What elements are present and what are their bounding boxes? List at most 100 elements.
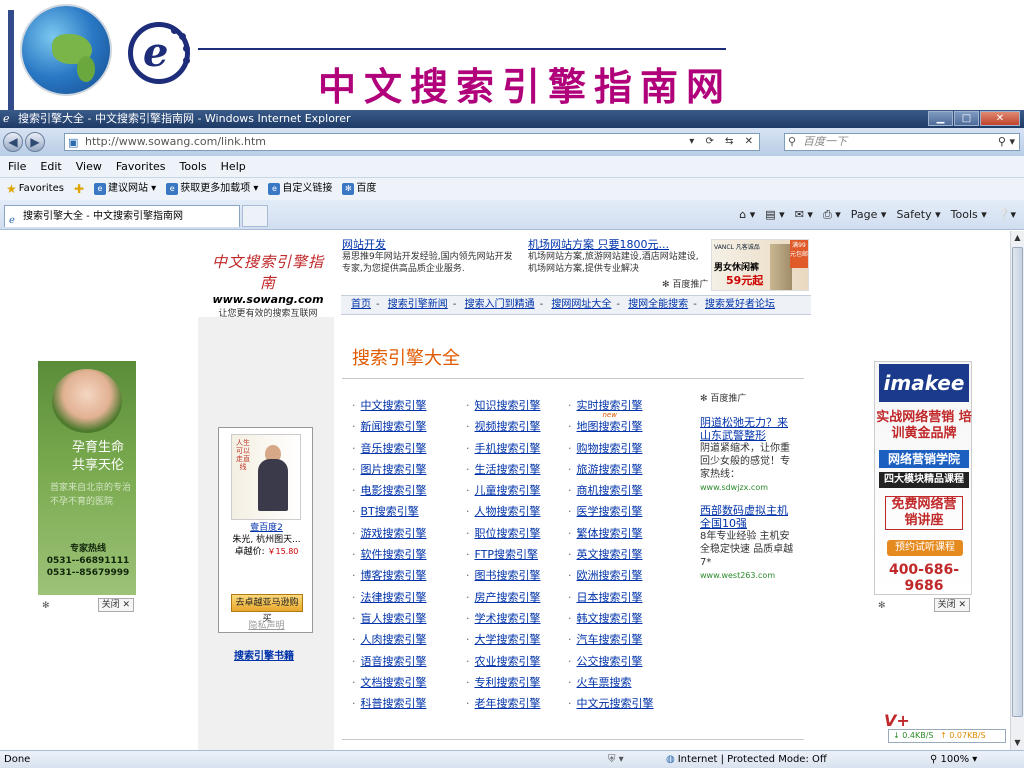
- mail-icon[interactable]: ✉ ▾: [795, 206, 813, 224]
- search-engine-link[interactable]: 博客搜索引擎: [361, 569, 427, 582]
- zoom-level[interactable]: ⚲ 100% ▾: [930, 751, 977, 768]
- search-engine-link[interactable]: 火车票搜索: [577, 676, 632, 689]
- search-engine-link[interactable]: 语音搜索引擎: [361, 655, 427, 668]
- tools-menu[interactable]: Tools ▾: [951, 206, 987, 224]
- menu-help[interactable]: Help: [221, 156, 246, 177]
- site-logo[interactable]: 中文搜索引擎指南 www.sowang.com 让您更有效的搜索互联网: [206, 251, 330, 319]
- search-engine-link[interactable]: 人物搜索引擎: [475, 505, 541, 518]
- scroll-down-icon[interactable]: ▼: [1011, 736, 1024, 750]
- book-cover[interactable]: 人生可以走直线: [231, 434, 301, 520]
- search-engine-link[interactable]: 旅游搜索引擎: [577, 463, 643, 476]
- close-ad-button[interactable]: 关闭 ✕: [933, 598, 970, 612]
- nav-forum[interactable]: 搜索爱好者论坛: [705, 299, 775, 310]
- nav-all-search[interactable]: 搜网全能搜索: [628, 299, 688, 310]
- close-button[interactable]: ✕: [980, 111, 1020, 126]
- menu-file[interactable]: File: [8, 156, 26, 177]
- search-input[interactable]: ⚲ 百度一下 ⚲ ▾: [784, 133, 1020, 151]
- vertical-scrollbar[interactable]: ▲ ▼: [1010, 231, 1024, 750]
- search-engine-link[interactable]: 购物搜索引擎: [577, 442, 643, 455]
- scroll-up-icon[interactable]: ▲: [1011, 231, 1024, 245]
- page-menu[interactable]: Page ▾: [851, 206, 887, 224]
- search-engine-link[interactable]: 汽车搜索引擎: [577, 633, 643, 646]
- fav-item-baidu[interactable]: ✻ 百度: [342, 178, 376, 200]
- feeds-icon[interactable]: ▤ ▾: [765, 206, 784, 224]
- search-engine-link[interactable]: 视频搜索引擎: [475, 420, 541, 433]
- privacy-link[interactable]: 隐私声明: [219, 618, 314, 631]
- search-engine-link[interactable]: 学术搜索引擎: [475, 612, 541, 625]
- tab-active[interactable]: ℯ 搜索引擎大全 - 中文搜索引擎指南网: [4, 205, 240, 227]
- search-engine-link[interactable]: 人肉搜索引擎: [361, 633, 427, 646]
- search-engine-link[interactable]: 医学搜索引擎: [577, 505, 643, 518]
- nav-home[interactable]: 首页: [351, 299, 371, 310]
- search-engine-link[interactable]: FTP搜索引擎: [475, 548, 539, 561]
- privacy-icon[interactable]: ⛨ ▾: [608, 751, 624, 768]
- add-favorite-icon[interactable]: ✚: [74, 178, 84, 200]
- search-engine-link[interactable]: 房产搜索引擎: [475, 591, 541, 604]
- search-engine-link[interactable]: 手机搜索引擎: [475, 442, 541, 455]
- search-engine-link[interactable]: 生活搜索引擎: [475, 463, 541, 476]
- right-float-ad[interactable]: imakee 实战网络营销 培训黄金品牌 网络营销学院 四大模块精品课程 免费网…: [874, 361, 972, 595]
- search-engine-link[interactable]: 文档搜索引擎: [361, 676, 427, 689]
- search-engine-link[interactable]: 老年搜索引擎: [475, 697, 541, 710]
- forward-button[interactable]: ▶: [25, 132, 45, 152]
- new-tab-button[interactable]: [242, 205, 268, 227]
- search-engine-link[interactable]: 图书搜索引擎: [475, 569, 541, 582]
- nav-tutorial[interactable]: 搜索入门到精通: [465, 299, 535, 310]
- search-engine-link[interactable]: 英文搜索引擎: [577, 548, 643, 561]
- ad-title[interactable]: 西部数码虚拟主机全国10强: [700, 504, 796, 530]
- search-engine-link[interactable]: 中文搜索引擎: [361, 399, 427, 412]
- close-ad-button[interactable]: 关闭 ✕: [97, 598, 134, 612]
- security-zone[interactable]: ◍ Internet | Protected Mode: Off: [666, 751, 827, 768]
- back-button[interactable]: ◀: [3, 132, 23, 152]
- menu-view[interactable]: View: [76, 156, 102, 177]
- search-engine-link[interactable]: 专利搜索引擎: [475, 676, 541, 689]
- search-engine-link[interactable]: 欧洲搜索引擎: [577, 569, 643, 582]
- search-engine-link[interactable]: 软件搜索引擎: [361, 548, 427, 561]
- print-icon[interactable]: ⎙ ▾: [823, 206, 841, 224]
- address-input[interactable]: ▣ http://www.sowang.com/link.htm ▾ ⟳ ⇆ ✕: [64, 133, 760, 151]
- fav-item-custom-links[interactable]: e 自定义链接: [268, 178, 332, 200]
- nav-directory[interactable]: 搜网网址大全: [551, 299, 611, 310]
- nav-news[interactable]: 搜索引擎新闻: [388, 299, 448, 310]
- help-icon[interactable]: ❔▾: [997, 206, 1016, 224]
- search-engine-link[interactable]: 科普搜索引擎: [361, 697, 427, 710]
- buy-button[interactable]: 去卓越亚马逊购买: [231, 594, 303, 624]
- books-link[interactable]: 搜索引擎书籍: [234, 647, 294, 662]
- home-icon[interactable]: ⌂ ▾: [739, 206, 755, 224]
- top-ad[interactable]: 机场网站方案 只要1800元... 机场网站方案,旅游网站建设,酒店网站建设,机…: [528, 239, 704, 275]
- fav-item-suggested[interactable]: e 建议网站 ▾: [94, 178, 156, 200]
- search-engine-link[interactable]: BT搜索引擎: [361, 505, 419, 518]
- search-engine-link[interactable]: 职位搜索引擎: [475, 527, 541, 540]
- search-engine-link[interactable]: 大学搜索引擎: [475, 633, 541, 646]
- ad-url[interactable]: www.sdwjzx.com: [700, 481, 796, 494]
- left-float-ad[interactable]: 孕育生命 共享天伦 首家来自北京的专治不孕不育的医院 专家热线 0531--668…: [38, 361, 136, 595]
- favorites-button[interactable]: ★ Favorites: [6, 178, 64, 200]
- maximize-button[interactable]: □: [954, 111, 979, 126]
- menu-favorites[interactable]: Favorites: [116, 156, 166, 177]
- search-engine-link[interactable]: 繁体搜索引擎: [577, 527, 643, 540]
- search-engine-link[interactable]: 游戏搜索引擎: [361, 527, 427, 540]
- minimize-button[interactable]: ▁: [928, 111, 953, 126]
- safety-menu[interactable]: Safety ▾: [896, 206, 940, 224]
- search-engine-link[interactable]: 儿童搜索引擎: [475, 484, 541, 497]
- search-go-icon[interactable]: ⚲ ▾: [998, 134, 1015, 150]
- search-engine-link[interactable]: 商机搜索引擎: [577, 484, 643, 497]
- clothes-ad-banner[interactable]: VANCL 凡客诚品 男女休闲裤 59元起 满99元包邮: [711, 239, 809, 291]
- search-engine-link[interactable]: 日本搜索引擎: [577, 591, 643, 604]
- search-engine-link[interactable]: 音乐搜索引擎: [361, 442, 427, 455]
- search-engine-link[interactable]: 知识搜索引擎: [475, 399, 541, 412]
- menu-tools[interactable]: Tools: [180, 156, 207, 177]
- search-engine-link[interactable]: 新闻搜索引擎: [361, 420, 427, 433]
- search-engine-link[interactable]: 图片搜索引擎: [361, 463, 427, 476]
- top-ad[interactable]: 网站开发 易思推9年网站开发经验,国内领先网站开发专家,为您提供高品质企业服务.: [342, 239, 518, 275]
- search-engine-link[interactable]: 中文元搜索引擎: [577, 697, 654, 710]
- scroll-thumb[interactable]: [1012, 247, 1023, 717]
- ad-url[interactable]: www.west263.com: [700, 569, 796, 582]
- search-engine-link[interactable]: 公交搜索引擎: [577, 655, 643, 668]
- fav-item-addons[interactable]: e 获取更多加载项 ▾: [166, 178, 258, 200]
- search-engine-link[interactable]: 法律搜索引擎: [361, 591, 427, 604]
- menu-edit[interactable]: Edit: [40, 156, 61, 177]
- ad-title[interactable]: 阴道松弛无力？来山东武警整形: [700, 416, 796, 442]
- search-engine-link[interactable]: 韩文搜索引擎: [577, 612, 643, 625]
- search-engine-link[interactable]: 电影搜索引擎: [361, 484, 427, 497]
